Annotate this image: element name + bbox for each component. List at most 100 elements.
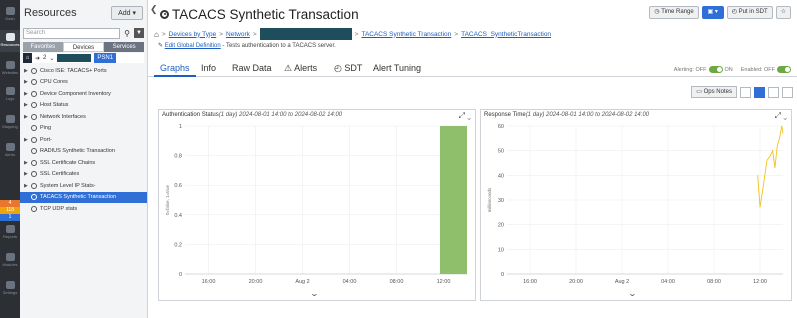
path-device-name[interactable]: PSN1 [94,53,117,63]
put-in-sdt-button[interactable]: ◴ Put in SDT [726,6,773,19]
expand-arrow-icon[interactable]: ▶ [24,79,31,85]
expand-icon[interactable]: ⤢ [775,111,781,120]
tree-item[interactable]: ▶ System Level IP Stats- [20,180,147,192]
alert-count-badge[interactable]: 118 [0,207,20,214]
rail-item-label: Alerts [4,152,16,157]
collapse-panel-icon[interactable]: ❮ [150,4,158,15]
tab-raw-data[interactable]: Raw Data [226,60,278,77]
y-tick-label: 40 [498,173,504,179]
tree-item[interactable]: ▶ SSL Certificate Chains [20,157,147,169]
tree-item[interactable]: Ping [20,123,147,135]
response-time-chart: milliseconds 60 50 40 30 20 10 0 16:00 20:00 Aug 2… [487,124,784,285]
rail-item-resources[interactable]: Resources [0,30,20,52]
rail-item-settings[interactable]: Settings [0,278,20,300]
chevron-down-icon[interactable]: ⌄ [783,111,787,120]
breadcrumb-network[interactable]: Network [226,31,250,38]
tree-item[interactable]: RADIUS Synthetic Transaction [20,146,147,158]
rail-item-reports[interactable]: Reports [0,222,20,244]
breadcrumb-tacacs-instance[interactable]: TACACS_SyntheticTransaction [461,31,551,38]
expand-arrow-icon[interactable]: ▶ [24,171,31,177]
expand-arrow-icon[interactable]: ▶ [24,114,31,120]
tab-info[interactable]: Info [195,60,222,77]
tree-item[interactable]: ▶ Device Component Inventory [20,88,147,100]
tree-item[interactable]: TCP UDP stats [20,203,147,215]
tree-item-label: SSL Certificate Chains [40,159,96,166]
expand-arrow-icon[interactable]: ▶ [24,91,31,97]
x-tick-label: 16:00 [202,279,216,285]
rail-item-modules[interactable]: Modules [0,250,20,272]
home-icon[interactable]: ⌂ [23,53,32,63]
expand-arrow-icon[interactable]: ▶ [24,102,31,108]
alerting-toggle[interactable] [708,66,723,73]
filter-icon[interactable]: ▼ [134,28,144,38]
chevron-down-icon[interactable]: ⌄ [49,55,54,62]
header-buttons: ◷ Time Range ▣ ▾ ◴ Put in SDT ☆ [649,6,791,19]
breadcrumb-tacacs-synthetic-transaction[interactable]: TACACS Synthetic Transaction [361,31,451,38]
tab-devices[interactable]: Devices [62,42,105,52]
expand-arrow-icon[interactable]: ▶ [24,68,31,74]
expand-arrow-icon[interactable]: ▶ [24,160,31,166]
grid-view-icon[interactable] [754,86,765,98]
ops-notes-button[interactable]: ▭ Ops Notes [691,86,737,98]
breadcrumb-devices-by-type[interactable]: Devices by Type [169,31,217,38]
expand-arrow-icon[interactable]: ▶ [24,183,31,189]
tab-alerts[interactable]: ⚠ Alerts [278,60,323,77]
y-tick-label: 20 [498,223,504,229]
list-view-icon[interactable] [740,86,751,98]
expand-arrow-icon[interactable]: ▶ [24,137,31,143]
enabled-toggle[interactable] [777,66,791,73]
tree-item[interactable]: ▶ Cisco ISE: TACACS+ Ports [20,65,147,77]
rail-item-dash[interactable]: Dash [0,4,20,26]
rail-item-websites[interactable]: Websites [0,58,20,80]
tree-item[interactable]: ▶ SSL Certificates [20,169,147,181]
ops-dropdown-button[interactable]: ▣ ▾ [701,6,724,19]
alert-count-badge[interactable]: 4 [0,200,20,207]
x-tick-label: 20:00 [249,279,263,285]
tab-services[interactable]: Services [104,42,145,52]
time-range-button[interactable]: ◷ Time Range [649,6,699,19]
graph-title: Response Time(1 day) 2024-08-01 14:00 to… [484,112,649,118]
rail-item-mapping[interactable]: Mapping [0,112,20,134]
alerting-label: Alerting: [673,66,694,73]
tree-item[interactable]: TACACS Synthetic Transaction [20,191,147,203]
search-icon[interactable]: ⚲ [122,29,132,38]
alerting-off-label: OFF [695,66,707,73]
y-tick-label: 0.2 [174,242,182,248]
tab-favorites[interactable]: Favorites [23,42,63,52]
instance-group-icon [31,136,37,143]
tree-item[interactable]: ▶ CPU Cores [20,77,147,89]
favorite-star-icon[interactable]: ☆ [775,6,791,19]
chevron-down-icon[interactable]: ⌄ [467,111,471,120]
instance-group-icon [31,79,37,86]
breadcrumb-separator: > [354,30,359,38]
tab-graphs[interactable]: Graphs [154,60,196,77]
graph-settings-icon[interactable] [782,86,793,98]
chevron-down-icon[interactable]: ⌄ [628,289,637,298]
tab-sdt[interactable]: ◴ SDT [328,60,368,77]
edit-global-definition-link[interactable]: Edit Global Definition [165,43,221,49]
home-icon[interactable]: ⌂ [154,30,159,39]
path-count[interactable]: 2 [43,55,46,61]
alert-count-badge[interactable]: 1 [0,214,20,221]
add-button[interactable]: Add ▾ [111,6,143,20]
tree-item[interactable]: ▶ Network Interfaces [20,111,147,123]
tree-item[interactable]: ▶ Host Status [20,100,147,112]
rail-item-logs[interactable]: Logs [0,84,20,106]
resources-title: Resources [24,7,77,19]
rail-item-alerts[interactable]: Alerts [0,140,20,162]
tree-item[interactable]: ▶ Port- [20,134,147,146]
chevron-down-icon[interactable]: ⌄ [310,289,319,298]
service-description: ✎ Edit Global Definition - Tests authent… [158,42,336,49]
tree-item-label: Ping [40,125,52,132]
tab-alert-tuning[interactable]: Alert Tuning [367,60,427,77]
search-input[interactable]: Search [23,27,120,39]
tree-item-label: TCP UDP stats [40,205,78,212]
expand-icon[interactable]: ⤢ [459,111,465,120]
tree-item-label: CPU Cores [40,79,68,86]
single-column-view-icon[interactable] [768,86,779,98]
rail-item-label: Reports [2,234,17,239]
toggle-group: Alerting: OFF ON Enabled: OFF [674,66,793,73]
y-tick-label: 0 [179,272,182,278]
tab-alerts-label: Alerts [294,63,318,73]
graph-card-response-time: Response Time(1 day) 2024-08-01 14:00 to… [480,109,792,301]
